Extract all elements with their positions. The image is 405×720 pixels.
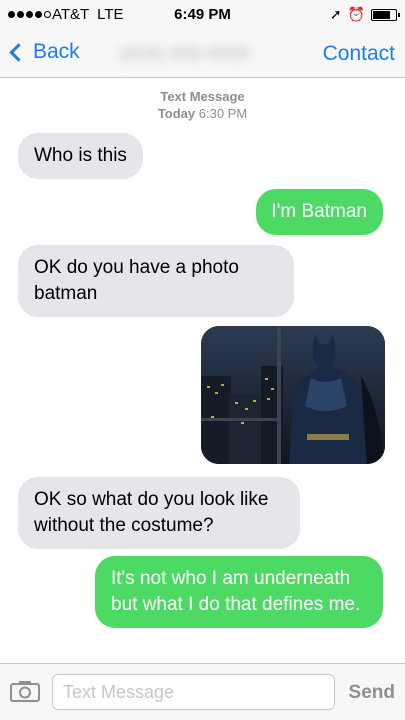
- batman-photo: [201, 326, 385, 464]
- compose-bar: Send: [0, 663, 405, 720]
- thread-type-label: Text Message: [160, 89, 245, 104]
- incoming-message-bubble[interactable]: OK do you have a photo batman: [18, 245, 294, 317]
- outgoing-photo-message[interactable]: [201, 326, 385, 464]
- battery-icon: [371, 8, 400, 21]
- incoming-message-bubble[interactable]: Who is this: [18, 133, 143, 179]
- status-icons: ➚ ⏰: [329, 6, 400, 23]
- incoming-message-bubble[interactable]: OK so what do you look like without the …: [18, 477, 300, 549]
- message-input[interactable]: [52, 674, 335, 710]
- chevron-left-icon: [9, 42, 28, 62]
- thread-time: 6:30 PM: [198, 106, 248, 121]
- status-bar: AT&T LTE 6:49 PM ➚ ⏰: [0, 0, 405, 30]
- camera-icon[interactable]: [10, 680, 40, 702]
- battery-level-fill: [373, 10, 390, 19]
- send-button[interactable]: Send: [349, 682, 395, 704]
- back-label: Back: [33, 40, 80, 63]
- outgoing-message-bubble[interactable]: I'm Batman: [255, 189, 383, 235]
- thread-timestamp: Text Message Today 6:30 PM: [0, 88, 405, 122]
- contact-button[interactable]: Contact: [323, 42, 395, 66]
- thread-day: Today: [157, 106, 196, 121]
- back-button[interactable]: Back: [8, 40, 80, 64]
- location-arrow-icon: ➚: [329, 6, 342, 22]
- navigation-bar: Back (615) 555-5555 Contact: [0, 30, 405, 78]
- contact-phone-number: (615) 555-5555: [120, 44, 251, 63]
- outgoing-message-bubble[interactable]: It's not who I am underneath but what I …: [95, 556, 383, 628]
- alarm-icon: ⏰: [347, 6, 365, 22]
